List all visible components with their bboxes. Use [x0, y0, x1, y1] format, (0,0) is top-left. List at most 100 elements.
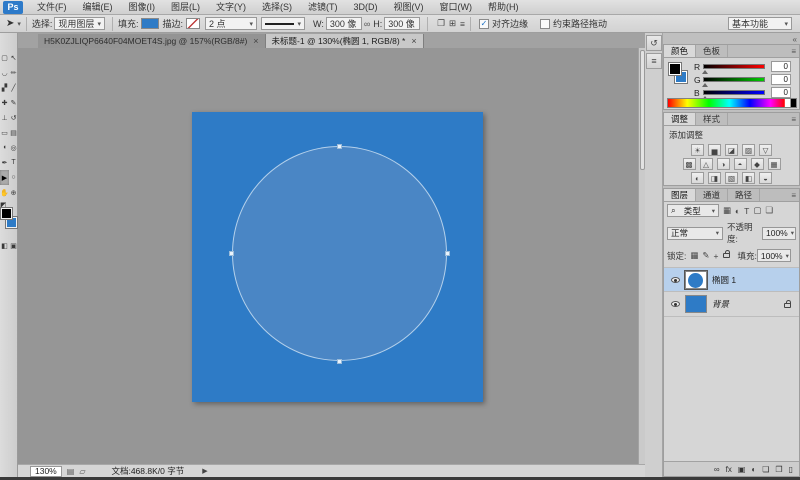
- invert-icon[interactable]: ◐: [691, 172, 704, 184]
- delete-layer-icon[interactable]: ▯: [789, 465, 793, 474]
- path-arrangement-icon[interactable]: ≡: [460, 19, 465, 29]
- canvas-document[interactable]: [192, 112, 483, 402]
- lock-transparency-icon[interactable]: ▦: [690, 250, 698, 261]
- tab-channels[interactable]: 通道: [696, 189, 728, 201]
- clone-stamp-tool-icon[interactable]: ⊥: [0, 110, 9, 125]
- menu-select[interactable]: 选择(S): [254, 0, 300, 15]
- brush-tool-icon[interactable]: ✎: [9, 95, 18, 110]
- selective-color-icon[interactable]: ◒: [759, 172, 772, 184]
- zoom-tool-icon[interactable]: ⊕: [9, 185, 18, 200]
- blue-slider[interactable]: [703, 90, 765, 95]
- tab-color[interactable]: 颜色: [664, 45, 696, 57]
- anchor-point-right[interactable]: [445, 251, 450, 256]
- menu-help[interactable]: 帮助(H): [480, 0, 527, 15]
- gradient-tool-icon[interactable]: ▤: [9, 125, 18, 140]
- menu-view[interactable]: 视图(V): [386, 0, 432, 15]
- green-value-field[interactable]: 0: [771, 74, 791, 85]
- layer-name[interactable]: 椭圆 1: [712, 274, 736, 286]
- fill-field[interactable]: 100% ▾: [757, 249, 791, 262]
- menu-file[interactable]: 文件(F): [29, 0, 75, 15]
- menu-layer[interactable]: 图层(L): [163, 0, 208, 15]
- hand-tool-icon[interactable]: ✋: [0, 185, 9, 200]
- opacity-field[interactable]: 100% ▾: [762, 227, 796, 240]
- status-options-arrow-icon[interactable]: ▶: [202, 467, 207, 475]
- posterize-icon[interactable]: ◨: [708, 172, 721, 184]
- healing-brush-tool-icon[interactable]: ✚: [0, 95, 9, 110]
- gradient-map-icon[interactable]: ◧: [742, 172, 755, 184]
- dodge-tool-icon[interactable]: ◎: [9, 140, 18, 155]
- lock-position-icon[interactable]: +: [714, 251, 719, 261]
- layer-thumbnail[interactable]: [685, 295, 707, 313]
- menu-image[interactable]: 图像(I): [121, 0, 164, 15]
- close-icon[interactable]: ×: [411, 36, 416, 46]
- vertical-scrollbar[interactable]: [638, 48, 645, 464]
- path-selection-tool-icon[interactable]: ▶: [0, 170, 9, 185]
- menu-filter[interactable]: 滤镜(T): [300, 0, 346, 15]
- tab-layers[interactable]: 图层: [664, 189, 696, 201]
- filter-adjustment-layers-icon[interactable]: ◐: [735, 206, 740, 216]
- panel-menu-icon[interactable]: ≡: [791, 113, 799, 125]
- brightness-contrast-icon[interactable]: ☀: [691, 144, 704, 156]
- quick-selection-tool-icon[interactable]: ✏: [9, 65, 18, 80]
- type-tool-icon[interactable]: T: [9, 155, 18, 170]
- red-value-field[interactable]: 0: [771, 61, 791, 72]
- document-tab-2[interactable]: 未标题-1 @ 130%(椭圆 1, RGB/8) * ×: [266, 34, 424, 48]
- select-mode-dropdown[interactable]: 现用图层 ▾: [54, 17, 105, 30]
- lasso-tool-icon[interactable]: ◡: [0, 65, 9, 80]
- eyedropper-tool-icon[interactable]: ╱: [9, 80, 18, 95]
- color-balance-icon[interactable]: △: [700, 158, 713, 170]
- tab-paths[interactable]: 路径: [728, 189, 760, 201]
- panel-menu-icon[interactable]: ≡: [791, 189, 799, 201]
- layer-row-ellipse[interactable]: 椭圆 1: [664, 267, 799, 292]
- new-layer-icon[interactable]: ❐: [775, 465, 782, 474]
- tab-styles[interactable]: 样式: [696, 113, 728, 125]
- hue-saturation-icon[interactable]: ▩: [683, 158, 696, 170]
- shape-width-field[interactable]: 300 像: [326, 17, 362, 30]
- constrain-path-checkbox[interactable]: [540, 19, 550, 29]
- close-icon[interactable]: ×: [253, 36, 258, 46]
- lock-pixels-icon[interactable]: ✎: [702, 250, 709, 261]
- shape-height-field[interactable]: 300 像: [384, 17, 420, 30]
- marquee-tool-icon[interactable]: ▢: [0, 50, 9, 65]
- exposure-icon[interactable]: ▨: [742, 144, 755, 156]
- levels-icon[interactable]: ▅: [708, 144, 721, 156]
- fill-color-swatch[interactable]: [141, 18, 159, 29]
- menu-edit[interactable]: 编辑(E): [75, 0, 121, 15]
- menu-3d[interactable]: 3D(D): [346, 0, 386, 15]
- tool-preset-chevron-icon[interactable]: ▾: [17, 20, 21, 28]
- filter-type-layers-icon[interactable]: T: [744, 206, 749, 216]
- photo-filter-icon[interactable]: ◓: [734, 158, 747, 170]
- add-layer-mask-icon[interactable]: ▣: [738, 465, 746, 474]
- filter-pixel-layers-icon[interactable]: ▦: [723, 205, 731, 216]
- layer-name[interactable]: 背景: [712, 298, 729, 310]
- foreground-color-swatch[interactable]: [669, 63, 681, 75]
- color-lookup-icon[interactable]: ▦: [768, 158, 781, 170]
- new-adjustment-layer-icon[interactable]: ◐: [751, 465, 756, 474]
- stroke-width-field[interactable]: 2 点 ▾: [205, 17, 257, 30]
- threshold-icon[interactable]: ▧: [725, 172, 738, 184]
- layer-thumbnail[interactable]: [685, 271, 707, 289]
- tab-swatches[interactable]: 色板: [696, 45, 728, 57]
- layer-filter-dropdown[interactable]: ⌕ 类型 ▾: [667, 204, 719, 217]
- anchor-point-bottom[interactable]: [337, 359, 342, 364]
- stroke-color-swatch[interactable]: [186, 18, 200, 29]
- document-tab-1[interactable]: H5K0ZJLIQP6640F04MOET4S.jpg @ 157%(RGB/8…: [38, 34, 266, 48]
- current-tool-icon[interactable]: ➤: [6, 18, 14, 29]
- collapse-dock-icon[interactable]: «: [793, 35, 797, 44]
- curves-icon[interactable]: ◪: [725, 144, 738, 156]
- link-dimensions-icon[interactable]: ∞: [364, 19, 370, 29]
- layer-style-fx-icon[interactable]: fx: [726, 465, 732, 474]
- stroke-type-dropdown[interactable]: ▾: [261, 17, 305, 30]
- filter-smart-objects-icon[interactable]: ❏: [765, 205, 773, 216]
- canvas-area[interactable]: [18, 48, 638, 464]
- anchor-point-top[interactable]: [337, 144, 342, 149]
- quick-mask-icon[interactable]: ◧: [0, 238, 9, 253]
- zoom-level-field[interactable]: 130%: [30, 466, 62, 477]
- history-panel-icon[interactable]: ↺: [646, 35, 662, 51]
- channel-mixer-icon[interactable]: ◆: [751, 158, 764, 170]
- shape-tool-icon[interactable]: ○: [9, 170, 18, 185]
- visibility-eye-icon[interactable]: [671, 277, 680, 283]
- blur-tool-icon[interactable]: ◖: [0, 140, 9, 155]
- link-layers-icon[interactable]: ∞: [714, 465, 720, 474]
- new-group-icon[interactable]: ❏: [762, 465, 769, 474]
